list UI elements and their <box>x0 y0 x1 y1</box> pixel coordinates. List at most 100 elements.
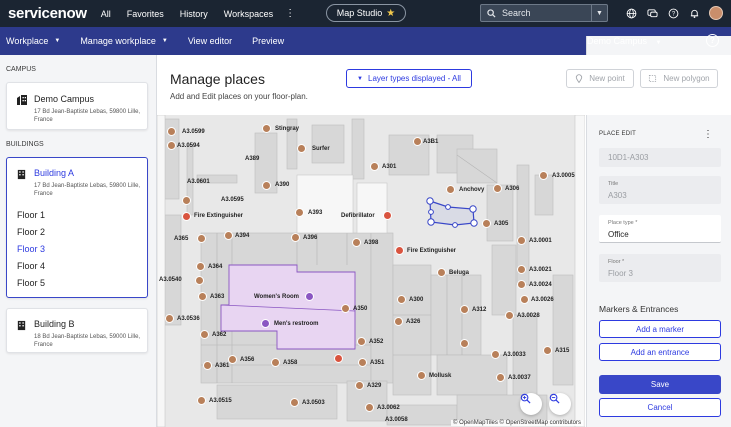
fire-extinguisher-icon[interactable] <box>395 246 404 255</box>
place-marker-icon[interactable] <box>297 144 306 153</box>
save-button[interactable]: Save <box>599 375 721 394</box>
place-marker-icon[interactable] <box>370 162 379 171</box>
nav-favorites[interactable]: Favorites <box>127 9 164 19</box>
new-polygon-button[interactable]: New polygon <box>640 69 718 88</box>
place-marker-icon[interactable] <box>224 231 233 240</box>
avatar[interactable] <box>709 6 723 20</box>
defibrillator-icon[interactable] <box>383 211 392 220</box>
map-label[interactable]: A358 <box>283 360 297 366</box>
place-type-field[interactable]: Place type * Office <box>599 215 721 243</box>
chat-icon[interactable] <box>646 7 658 19</box>
place-marker-icon[interactable] <box>271 358 280 367</box>
map-label[interactable]: A3.0005 <box>552 173 575 179</box>
fire-extinguisher-icon[interactable] <box>334 354 343 363</box>
map-label[interactable]: Mollusk <box>429 373 451 379</box>
nav-all[interactable]: All <box>101 9 111 19</box>
fire-extinguisher-icon[interactable] <box>182 212 191 221</box>
map-label[interactable]: A3B1 <box>423 139 438 145</box>
nav-history[interactable]: History <box>180 9 208 19</box>
map-label[interactable]: A3.0037 <box>508 375 531 381</box>
nav-view-editor[interactable]: View editor <box>188 36 232 46</box>
zoom-in-button[interactable] <box>520 393 542 415</box>
map-label[interactable]: Stingray <box>275 126 299 132</box>
place-marker-icon[interactable] <box>482 219 491 228</box>
nav-manage-workplace[interactable]: Manage workplace ▼ <box>80 36 168 46</box>
place-marker-icon[interactable] <box>491 350 500 359</box>
floor-item-5[interactable]: Floor 5 <box>17 278 45 288</box>
map-label[interactable]: A352 <box>369 339 383 345</box>
help-circle-icon[interactable]: ? <box>667 7 679 19</box>
app-pill-map-studio[interactable]: Map Studio ★ <box>326 4 406 22</box>
place-marker-icon[interactable] <box>167 141 176 150</box>
place-marker-icon[interactable] <box>357 337 366 346</box>
map-label[interactable]: A3.0028 <box>517 313 540 319</box>
map-label[interactable]: A394 <box>235 233 249 239</box>
map-label[interactable]: Fire Extinguisher <box>194 213 243 219</box>
place-marker-icon[interactable] <box>365 403 374 412</box>
nav-workspaces[interactable]: Workspaces <box>224 9 273 19</box>
help-icon[interactable]: ? <box>706 34 719 47</box>
map-label[interactable]: Women's Room <box>254 294 299 300</box>
add-marker-button[interactable]: Add a marker <box>599 320 721 338</box>
map-label[interactable]: A3.0058 <box>385 417 408 423</box>
campus-card[interactable]: Demo Campus 17 Bd Jean-Baptiste Lebas, 5… <box>6 82 148 130</box>
global-search[interactable]: Search ▼ <box>480 4 608 22</box>
place-marker-icon[interactable] <box>539 171 548 180</box>
map-label[interactable]: A3.0001 <box>529 238 552 244</box>
place-marker-icon[interactable] <box>355 381 364 390</box>
place-marker-icon[interactable] <box>228 355 237 364</box>
map-label[interactable]: A398 <box>364 240 378 246</box>
place-marker-icon[interactable] <box>446 185 455 194</box>
place-marker-icon[interactable] <box>493 184 502 193</box>
more-icon[interactable]: ⋮ <box>285 8 295 19</box>
map-label[interactable]: A3.0601 <box>187 179 210 185</box>
map-label[interactable]: A3.0536 <box>177 316 200 322</box>
floor-plan-map[interactable]: A3.0599 A3.0594 A389 A390 Stingray Surfe… <box>157 115 585 427</box>
map-label[interactable]: A351 <box>370 360 384 366</box>
place-marker-icon[interactable] <box>496 373 505 382</box>
place-marker-icon[interactable] <box>520 295 529 304</box>
restroom-icon[interactable] <box>261 319 270 328</box>
map-label[interactable]: A3.0503 <box>302 400 325 406</box>
map-attribution[interactable]: © OpenMapTiles © OpenStreetMap contribut… <box>450 420 583 426</box>
nav-workplace[interactable]: Workplace ▼ <box>6 36 60 46</box>
map-label[interactable]: A364 <box>208 264 222 270</box>
map-label[interactable]: A305 <box>494 221 508 227</box>
place-marker-icon[interactable] <box>397 295 406 304</box>
more-vertical-icon[interactable]: ⋮ <box>703 129 713 140</box>
place-marker-icon[interactable] <box>197 396 206 405</box>
place-marker-icon[interactable] <box>262 181 271 190</box>
globe-icon[interactable] <box>625 7 637 19</box>
floor-item-1[interactable]: Floor 1 <box>17 210 45 220</box>
map-label[interactable]: A362 <box>212 332 226 338</box>
map-label[interactable]: A3.0594 <box>177 143 200 149</box>
map-label[interactable]: A329 <box>367 383 381 389</box>
place-marker-icon[interactable] <box>460 339 469 348</box>
map-label[interactable]: A361 <box>215 363 229 369</box>
map-label[interactable]: A3.0540 <box>159 277 182 283</box>
new-point-button[interactable]: New point <box>566 69 634 88</box>
zoom-out-button[interactable] <box>549 393 571 415</box>
place-marker-icon[interactable] <box>262 124 271 133</box>
map-label[interactable]: A356 <box>240 357 254 363</box>
place-marker-icon[interactable] <box>203 361 212 370</box>
restroom-icon[interactable] <box>305 292 314 301</box>
servicenow-logo[interactable]: servicenow <box>8 5 87 22</box>
layer-types-dropdown[interactable]: ▼ Layer types displayed - All <box>346 69 472 88</box>
map-label[interactable]: A390 <box>275 182 289 188</box>
place-marker-icon[interactable] <box>295 208 304 217</box>
place-marker-icon[interactable] <box>352 238 361 247</box>
map-label[interactable]: A393 <box>308 210 322 216</box>
place-marker-icon[interactable] <box>197 234 206 243</box>
map-label[interactable]: A389 <box>245 156 259 162</box>
map-label[interactable]: A3.0062 <box>377 405 400 411</box>
place-marker-icon[interactable] <box>341 304 350 313</box>
floor-item-2[interactable]: Floor 2 <box>17 227 45 237</box>
map-label[interactable]: A365 <box>174 236 188 242</box>
map-label[interactable]: A363 <box>210 294 224 300</box>
map-label[interactable]: A3.0599 <box>182 129 205 135</box>
place-marker-icon[interactable] <box>417 371 426 380</box>
floor-item-3[interactable]: Floor 3 <box>17 244 45 254</box>
place-marker-icon[interactable] <box>195 276 204 285</box>
map-label[interactable]: Men's restroom <box>274 321 318 327</box>
